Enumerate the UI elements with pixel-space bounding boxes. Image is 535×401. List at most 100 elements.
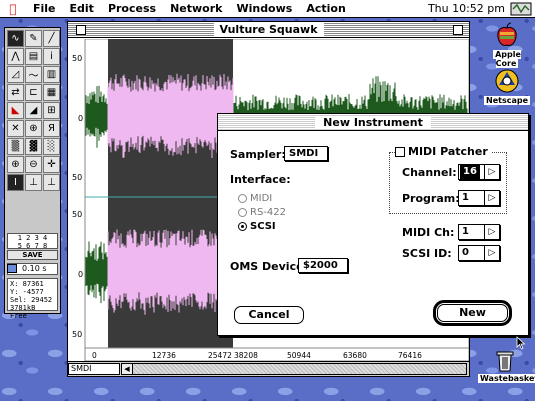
menu-file[interactable]: File bbox=[26, 2, 63, 15]
menu-edit[interactable]: Edit bbox=[63, 2, 101, 15]
select-tool-icon[interactable]: I bbox=[7, 174, 24, 191]
ruler-label: 63680 bbox=[343, 351, 367, 360]
interface-midi-radio[interactable]: MIDI bbox=[238, 193, 272, 204]
interface-label: Interface: bbox=[230, 173, 291, 186]
loop-tool-icon[interactable]: ⇄ bbox=[7, 84, 24, 101]
menu-action[interactable]: Action bbox=[299, 2, 352, 15]
midi-patcher-checkbox[interactable]: MIDI Patcher bbox=[395, 145, 491, 158]
netscape-label: Netscape bbox=[484, 96, 530, 105]
menu-network[interactable]: Network bbox=[163, 2, 229, 15]
position-readout: X: 87361 Y: -4577 Sel: 29452 3781kB Free bbox=[7, 278, 58, 320]
scsi-id-popup[interactable]: 0 ▷ bbox=[458, 245, 500, 261]
move-tool-icon[interactable]: ✛ bbox=[43, 156, 60, 173]
source-field[interactable]: SMDI bbox=[68, 363, 120, 375]
envelope-tool-icon[interactable]: ⋀ bbox=[7, 48, 24, 65]
close-box-icon[interactable] bbox=[76, 25, 86, 35]
mouse-cursor-icon bbox=[516, 336, 526, 350]
menu-bar:  File Edit Process Network Windows Acti… bbox=[0, 0, 535, 18]
spectrum-tool-icon[interactable]: ▤ bbox=[25, 48, 42, 65]
menu-process[interactable]: Process bbox=[101, 2, 163, 15]
save-button[interactable]: SAVE bbox=[7, 250, 58, 260]
midi-ch-label: MIDI Ch: bbox=[402, 226, 455, 239]
trash-icon bbox=[496, 351, 514, 372]
interface-scsi-radio[interactable]: SCSI bbox=[238, 221, 276, 232]
zoom-out-tool-icon[interactable]: ⊖ bbox=[25, 156, 42, 173]
new-instrument-dialog: New Instrument Sampler: SMDI Interface: … bbox=[217, 113, 529, 336]
radio-dot bbox=[238, 194, 247, 203]
dialog-title: New Instrument bbox=[315, 116, 431, 129]
left-marker-tool-icon[interactable]: ⊥ bbox=[25, 174, 42, 191]
ruler-label: 12736 bbox=[152, 351, 176, 360]
time-icon bbox=[7, 264, 17, 273]
cancel-button[interactable]: Cancel bbox=[234, 306, 304, 324]
zoom-in-tool-icon[interactable]: ⊕ bbox=[7, 156, 24, 173]
tool-grid: ∿ ✎ ╱ ⋀ ▤ i ◿ 〜 ▥ ⇄ ⊏ ▦ ◣ ◢ ⊞ ✕ ⊕ Я ▒ ▓ … bbox=[7, 30, 60, 191]
channel-value: 16 bbox=[460, 165, 480, 179]
sine-tool-icon[interactable]: 〜 bbox=[25, 66, 42, 83]
red-triangle-tool-icon[interactable]: ◣ bbox=[7, 102, 24, 119]
table-tool-icon[interactable]: ▦ bbox=[43, 84, 60, 101]
program-label: Program: bbox=[402, 192, 460, 205]
step-tool-icon[interactable]: ⊏ bbox=[25, 84, 42, 101]
radio-dot bbox=[238, 222, 247, 231]
netscape-icon bbox=[495, 69, 519, 93]
window-title-bar[interactable]: Vulture Squawk bbox=[68, 22, 469, 38]
mix-tool-icon[interactable]: ⊞ bbox=[43, 102, 60, 119]
waveform-tool-icon[interactable]: ∿ bbox=[7, 30, 24, 47]
scsi-id-label: SCSI ID: bbox=[402, 247, 452, 260]
readout-y: Y: -4577 bbox=[10, 288, 44, 296]
reverse-tool-icon[interactable]: Я bbox=[43, 120, 60, 137]
scroll-left-arrow-icon[interactable]: ◀ bbox=[122, 364, 133, 374]
filter-tool-icon[interactable]: ▓ bbox=[25, 138, 42, 155]
apple-core-desktop-icon[interactable]: Apple Core bbox=[482, 22, 532, 68]
right-marker-tool-icon[interactable]: ⊥ bbox=[43, 174, 60, 191]
apple-core-label: Apple Core bbox=[493, 50, 521, 68]
channel-label: Channel: bbox=[402, 166, 457, 179]
scsi-id-value: 0 bbox=[462, 247, 469, 258]
program-value: 1 bbox=[462, 192, 469, 203]
wastebasket-label: Wastebasket bbox=[478, 374, 535, 383]
pattern-tool-icon[interactable]: ░ bbox=[43, 138, 60, 155]
new-button[interactable]: New bbox=[433, 300, 512, 326]
program-popup[interactable]: 1 ▷ bbox=[458, 190, 500, 206]
horizontal-scrollbar[interactable]: ◀ bbox=[121, 363, 467, 375]
fade-in-tool-icon[interactable]: ◿ bbox=[7, 66, 24, 83]
chart-tool-icon[interactable]: ▥ bbox=[43, 66, 60, 83]
y-label-bottom-0: 0 bbox=[78, 270, 83, 279]
pencil-tool-icon[interactable]: ✎ bbox=[25, 30, 42, 47]
interface-rs422-radio[interactable]: RS-422 bbox=[238, 207, 286, 218]
readout-selection: Sel: 29452 bbox=[10, 296, 53, 304]
interface-midi-label: MIDI bbox=[250, 193, 273, 204]
tool-palette: ∿ ✎ ╱ ⋀ ▤ i ◿ 〜 ▥ ⇄ ⊏ ▦ ◣ ◢ ⊞ ✕ ⊕ Я ▒ ▓ … bbox=[4, 27, 61, 320]
info-tool-icon[interactable]: i bbox=[43, 48, 60, 65]
popup-arrow-icon: ▷ bbox=[484, 191, 499, 205]
menu-windows[interactable]: Windows bbox=[229, 2, 299, 15]
wastebasket-desktop-icon[interactable]: Wastebasket bbox=[478, 350, 535, 383]
midi-ch-value: 1 bbox=[462, 226, 469, 237]
readout-free-memory: 3781kB Free bbox=[10, 304, 36, 320]
apple-menu-icon[interactable]:  bbox=[0, 2, 26, 16]
netscape-desktop-icon[interactable]: Netscape bbox=[482, 68, 532, 105]
channel-popup[interactable]: 16 ▷ bbox=[458, 164, 500, 180]
popup-arrow-icon: ▷ bbox=[484, 165, 499, 179]
crossfade-tool-icon[interactable]: ✕ bbox=[7, 120, 24, 137]
keypad-row-1: 1 2 3 4 bbox=[17, 234, 48, 242]
checkbox-box bbox=[395, 146, 405, 157]
oms-device-field[interactable]: $2000 bbox=[298, 258, 348, 273]
zoom-box-icon[interactable] bbox=[453, 25, 463, 35]
ruler-label: 0 bbox=[92, 351, 97, 360]
merge-tool-icon[interactable]: ⊕ bbox=[25, 120, 42, 137]
ruler-label: 76416 bbox=[398, 351, 422, 360]
sampler-field[interactable]: SMDI bbox=[284, 146, 328, 161]
ruler-tool-icon[interactable]: ╱ bbox=[43, 30, 60, 47]
apple-core-icon bbox=[497, 22, 517, 46]
popup-arrow-icon: ▷ bbox=[484, 246, 499, 260]
number-keypad[interactable]: 1 2 3 4 5 6 7 8 bbox=[7, 233, 58, 250]
noise-tool-icon[interactable]: ▒ bbox=[7, 138, 24, 155]
midi-patcher-label: MIDI Patcher bbox=[408, 145, 488, 158]
midi-ch-popup[interactable]: 1 ▷ bbox=[458, 224, 500, 240]
menubar-clock[interactable]: Thu 10:52 pm bbox=[428, 2, 509, 15]
ramp-tool-icon[interactable]: ◢ bbox=[25, 102, 42, 119]
dialog-title-bar[interactable]: New Instrument bbox=[218, 114, 528, 131]
application-menu-icon[interactable] bbox=[509, 1, 533, 17]
